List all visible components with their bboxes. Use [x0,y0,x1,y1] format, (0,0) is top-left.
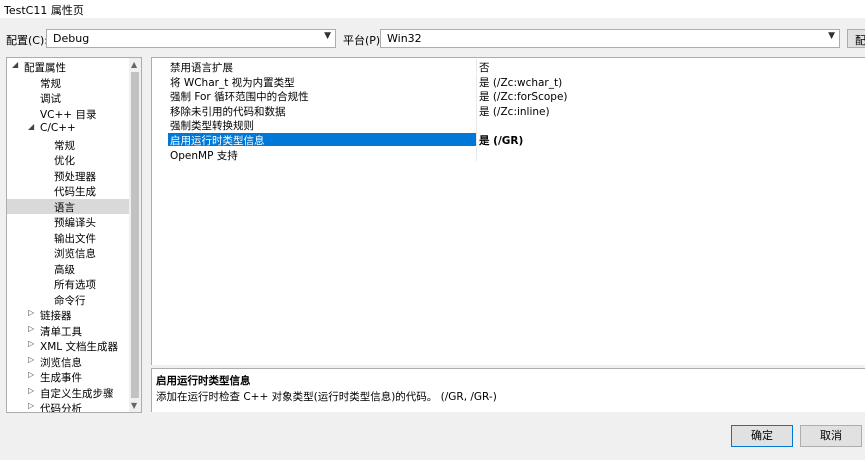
tree-item[interactable]: 高级 [7,261,129,276]
description-panel: 启用运行时类型信息 添加在运行时检查 C++ 对象类型(运行时类型信息)的代码。… [151,368,865,412]
tree-item-label: 常规 [40,77,61,90]
tree-item[interactable]: 命令行 [7,292,129,307]
tree-item-label: 清单工具 [40,325,82,338]
tree-item[interactable]: ◢ C/C++ [7,121,129,136]
column-divider [476,73,477,88]
property-name: 将 WChar_t 视为内置类型 [170,76,295,89]
property-name: 强制 For 循环范围中的合规性 [170,91,309,104]
column-divider [476,102,477,117]
property-row[interactable]: 强制类型转换规则 [152,117,865,133]
tree-item-label: 预编译头 [54,217,96,229]
tree-item[interactable]: ▷ 链接器 [7,307,129,322]
config-value: Debug [53,32,90,45]
tree-item-label: 命令行 [54,294,86,307]
platform-dropdown[interactable]: Win32 ▼ [380,29,840,48]
collapse-arrow-icon[interactable]: ▷ [28,355,34,364]
property-row[interactable]: 强制 For 循环范围中的合规性是 (/Zc:forScope) [152,88,865,104]
tree-item-label: VC++ 目录 [40,108,97,121]
property-row[interactable]: 移除未引用的代码和数据是 (/Zc:inline) [152,102,865,118]
tree-item[interactable]: 预处理器 [7,168,129,183]
tree-item-label: 浏览信息 [54,248,96,260]
tree-item-label: 代码分析 [40,403,82,413]
tree-item[interactable]: 预编译头 [7,214,129,229]
collapse-arrow-icon[interactable]: ▷ [28,386,34,395]
description-title: 启用运行时类型信息 [156,375,251,387]
tree-item-label: 预处理器 [54,170,96,183]
tree-item[interactable]: ▷ 清单工具 [7,323,129,338]
property-name: 启用运行时类型信息 [168,133,476,147]
collapse-arrow-icon[interactable]: ▷ [28,370,34,379]
tree-item[interactable]: 优化 [7,152,129,167]
tree-item-label: XML 文档生成器 [40,341,118,353]
property-name: 强制类型转换规则 [170,120,254,133]
tree-item-label: 浏览信息 [40,356,82,369]
config-dropdown[interactable]: Debug ▼ [46,29,336,48]
tree-item[interactable]: 代码生成 [7,183,129,198]
tree-item-label: 代码生成 [54,186,96,198]
tree-item-label: 自定义生成步骤 [40,387,114,400]
platform-value: Win32 [387,32,422,45]
property-name: OpenMP 支持 [170,149,238,162]
tree-item[interactable]: ▷ 生成事件 [7,369,129,384]
column-divider [476,117,477,132]
tree-item-label: 优化 [54,155,75,167]
column-divider [476,146,477,161]
config-label: 配置(C): [6,34,48,47]
tree-item[interactable]: ▷ 自定义生成步骤 [7,385,129,400]
cancel-button[interactable]: 取消 [800,425,862,447]
tree-item-label: 生成事件 [40,372,82,384]
tree-item[interactable]: ▷ 代码分析 [7,400,129,413]
window-title: TestC11 属性页 [4,4,84,17]
tree-item-label: 链接器 [40,310,72,322]
description-text: 添加在运行时检查 C++ 对象类型(运行时类型信息)的代码。 (/GR, /GR… [156,391,497,403]
tree-item[interactable]: ▷ XML 文档生成器 [7,338,129,353]
tree-item-label: 调试 [40,93,61,105]
tree-item[interactable]: 输出文件 [7,230,129,245]
tree-item[interactable]: 常规 [7,137,129,152]
tree-item[interactable]: 所有选项 [7,276,129,291]
column-divider [476,132,477,146]
tree-item-label: 高级 [54,263,75,276]
tree-scrollbar[interactable]: ▲ ▼ [129,58,141,412]
tree-item-label: C/C++ [40,122,76,134]
collapse-arrow-icon[interactable]: ▷ [28,324,34,333]
column-divider [476,88,477,103]
property-row[interactable]: OpenMP 支持 [152,146,865,162]
chevron-down-icon: ▼ [324,31,331,41]
collapse-arrow-icon[interactable]: ▷ [28,339,34,348]
tree-item-label: 常规 [54,139,75,152]
tree-item-label: 所有选项 [54,279,96,291]
tree-item[interactable]: 调试 [7,90,129,105]
title-bar: TestC11 属性页 [0,0,865,18]
tree-item[interactable]: 语言 [7,198,129,214]
property-row[interactable]: 将 WChar_t 视为内置类型是 (/Zc:wchar_t) [152,73,865,89]
expand-arrow-icon[interactable]: ◢ [12,60,18,69]
property-row[interactable]: 启用运行时类型信息是 (/GR) [152,132,865,147]
property-tree[interactable]: ◢ 配置属性 常规 调试 VC++ 目录 ◢ C/C++ 常规 优化 预处理器 代码生成 语言 预编译头… [6,57,142,413]
collapse-arrow-icon[interactable]: ▷ [28,401,34,410]
tree-item-label: 配置属性 [24,62,66,74]
property-grid[interactable]: 禁用语言扩展否将 WChar_t 视为内置类型是 (/Zc:wchar_t) 强制… [151,57,865,365]
tree-item[interactable]: ▷ 浏览信息 [7,354,129,369]
tree-item[interactable]: 浏览信息 [7,245,129,260]
property-name: 移除未引用的代码和数据 [170,105,286,118]
property-row[interactable]: 禁用语言扩展否 [152,59,865,74]
tree-item[interactable]: ◢ 配置属性 [7,59,129,74]
chevron-down-icon: ▼ [828,31,835,41]
tree-item[interactable]: VC++ 目录 [7,106,129,121]
scroll-up-arrow-icon[interactable]: ▲ [131,60,137,69]
tree-item[interactable]: 常规 [7,75,129,90]
scrollbar-thumb[interactable] [131,72,139,398]
configuration-manager-button[interactable]: 配 [847,29,865,48]
tree-item-label: 输出文件 [54,232,96,245]
expand-arrow-icon[interactable]: ◢ [28,122,34,131]
tree-item-label: 语言 [54,201,75,214]
scroll-down-arrow-icon[interactable]: ▼ [131,401,137,410]
column-divider [476,59,477,73]
ok-button[interactable]: 确定 [731,425,793,447]
property-name: 禁用语言扩展 [170,62,233,74]
platform-label: 平台(P): [343,34,384,47]
collapse-arrow-icon[interactable]: ▷ [28,308,34,317]
